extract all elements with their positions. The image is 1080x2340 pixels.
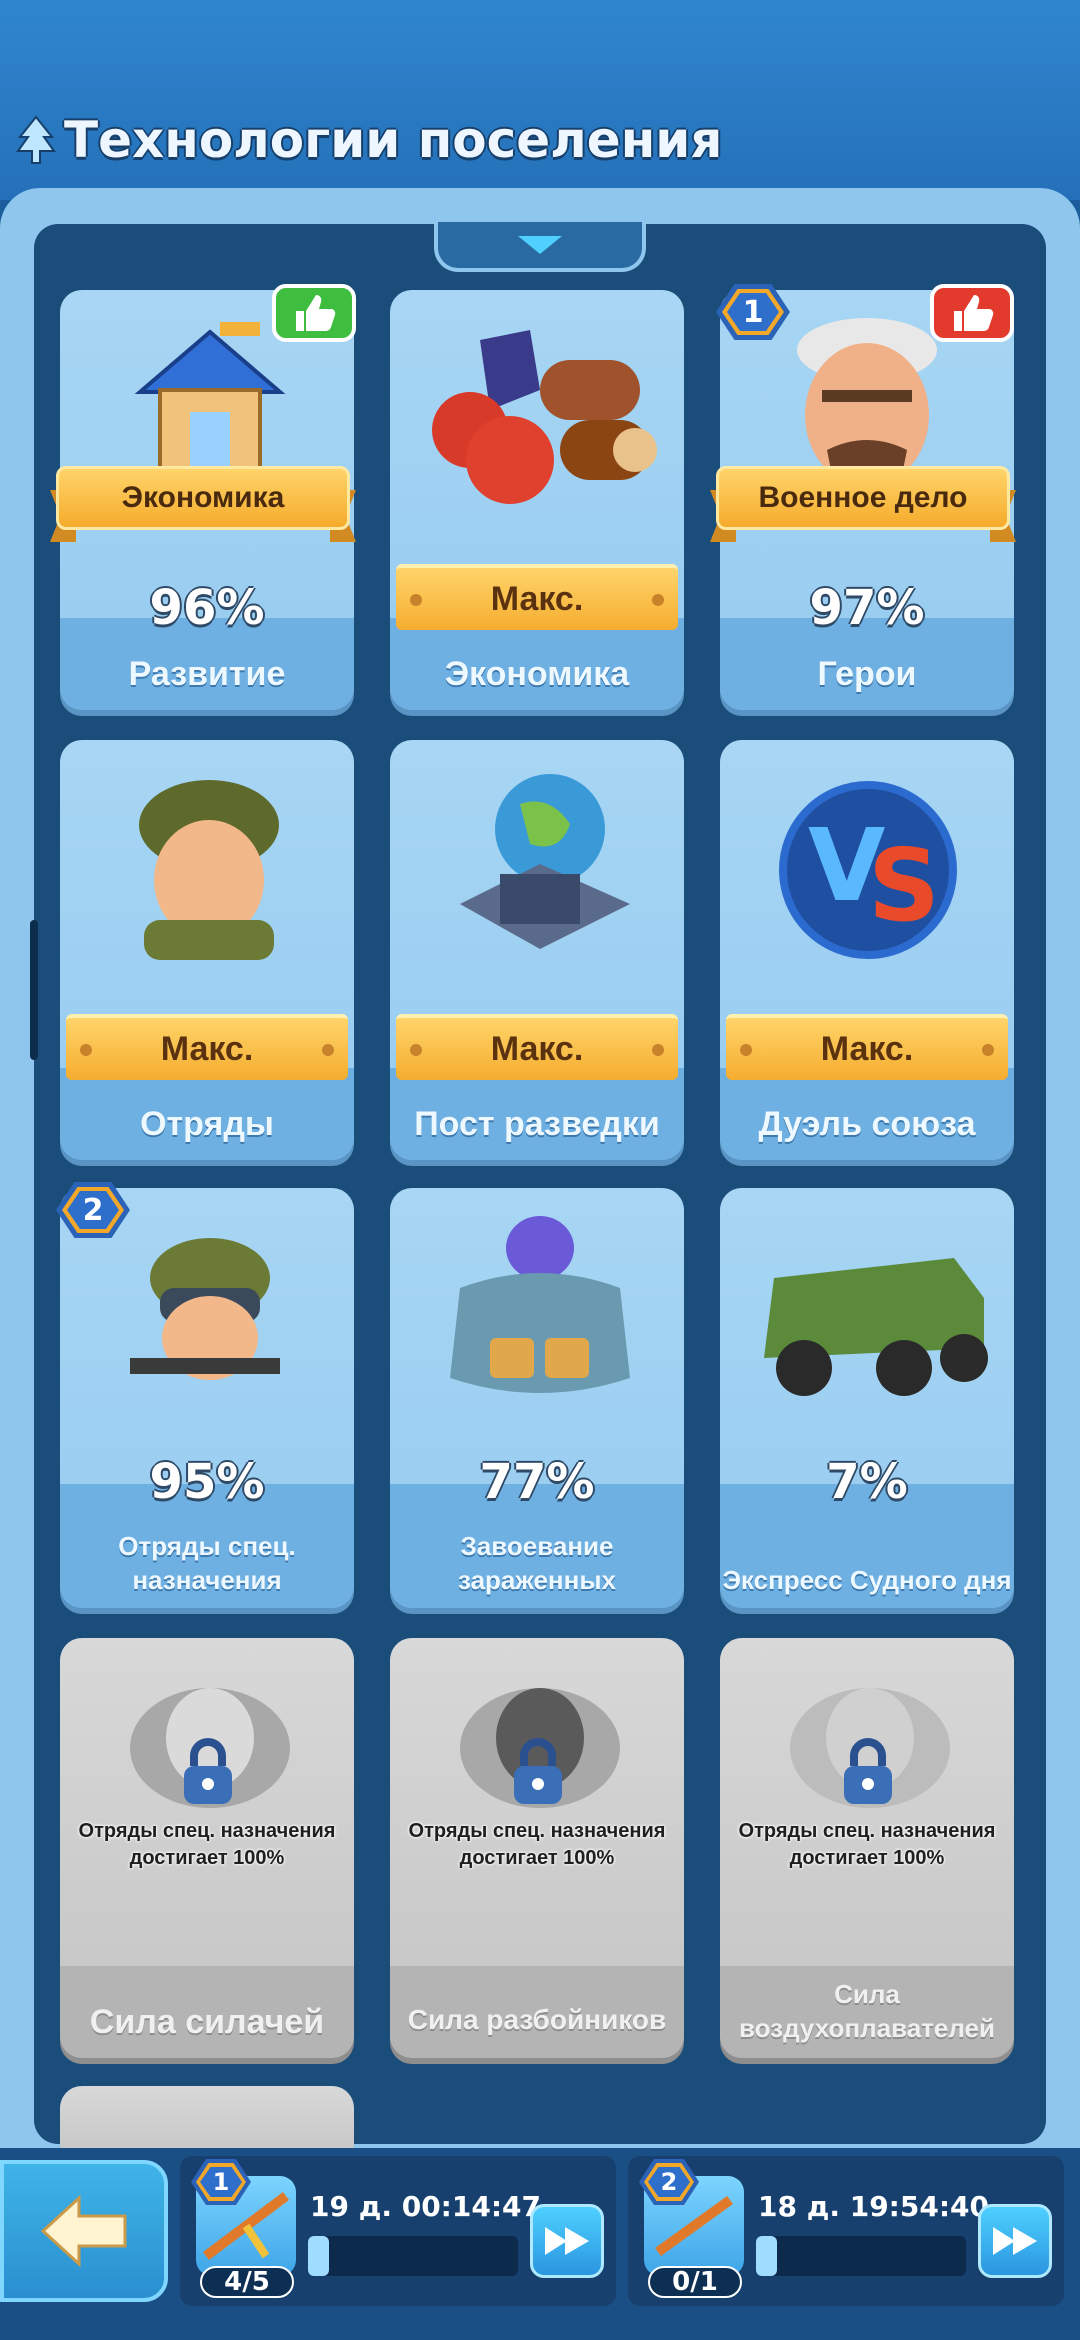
thumbs-up-icon: [272, 284, 356, 342]
fast-forward-icon: [545, 2227, 589, 2255]
card-name: Сила силачей: [89, 2003, 325, 2041]
progress-percent: 96%: [149, 580, 265, 636]
special-forces-portrait: [130, 1238, 280, 1380]
card-name: Отряды спец. назначения: [118, 1531, 296, 1596]
back-arrow-icon: [40, 2194, 127, 2268]
card-name: Сила воздухоплавателей: [739, 1979, 995, 2044]
category-label: Военное дело: [716, 466, 1010, 530]
level-badge: 1: [716, 282, 790, 342]
lock-icon: [184, 1738, 232, 1804]
card-name: Герои: [817, 655, 917, 693]
card-name: Сила разбойников: [407, 2004, 667, 2035]
max-banner: Макс.: [720, 1012, 1014, 1082]
vs-icon: V S: [779, 781, 957, 959]
tech-card-special-forces[interactable]: 95% Отряды спец. назначения: [60, 1188, 354, 1608]
tech-card-strongmen-power[interactable]: Отряды спец. назначения достигает 100% С…: [60, 1638, 354, 2058]
speedup-button[interactable]: [530, 2204, 604, 2278]
category-label: Экономика: [56, 466, 350, 530]
page-title: Технологии поселения: [16, 108, 722, 172]
category-ribbon: Экономика: [50, 460, 356, 544]
soldier-portrait: [139, 780, 279, 960]
speedup-button[interactable]: [978, 2204, 1052, 2278]
max-banner: Макс.: [60, 1012, 354, 1082]
tech-card-economy[interactable]: Макс. Экономика: [390, 290, 684, 710]
research-queue-2[interactable]: 2 0/1 18 д. 19:54:40: [628, 2156, 1064, 2306]
queue-progress: [756, 2236, 966, 2276]
queue-timer: 19 д. 00:14:47: [310, 2190, 541, 2223]
max-banner: Макс.: [390, 562, 684, 632]
max-banner: Макс.: [390, 1012, 684, 1082]
thumbs-up-icon: [930, 284, 1014, 342]
category-ribbon: Военное дело: [710, 460, 1016, 544]
tree-icon: [16, 115, 56, 164]
scrollbar[interactable]: [30, 920, 38, 1060]
queue-count: 0/1: [648, 2266, 742, 2298]
tech-card-doomsday-express[interactable]: 7% Экспресс Судного дня: [720, 1188, 1014, 1608]
unlock-requirement: Отряды спец. назначения достигает 100%: [738, 1820, 996, 1869]
progress-percent: 97%: [809, 580, 925, 636]
queue-timer: 18 д. 19:54:40: [758, 2190, 989, 2223]
tech-card-troops[interactable]: Макс. Отряды: [60, 740, 354, 1160]
tech-card-aeronauts-power[interactable]: Отряды спец. назначения достигает 100% С…: [720, 1638, 1014, 2058]
fast-forward-icon: [993, 2227, 1037, 2255]
research-queue-1[interactable]: 1 4/5 19 д. 00:14:47: [180, 2156, 616, 2306]
back-button[interactable]: [0, 2160, 168, 2302]
unlock-requirement: Отряды спец. назначения достигает 100%: [408, 1820, 666, 1869]
queue-badge: 1: [184, 2152, 258, 2212]
page-title-text: Технологии поселения: [64, 111, 723, 169]
card-name: Пост разведки: [414, 1105, 660, 1143]
collapse-tab[interactable]: [434, 222, 646, 272]
tech-card-scout-post[interactable]: Макс. Пост разведки: [390, 740, 684, 1160]
card-name: Завоевание зараженных: [457, 1531, 616, 1596]
progress-percent: 95%: [149, 1454, 265, 1510]
svg-text:S: S: [868, 827, 940, 944]
card-name: Экспресс Судного дня: [722, 1565, 1012, 1596]
tech-card-infected-conquest[interactable]: 77% Завоевание зараженных: [390, 1188, 684, 1608]
lock-icon: [514, 1738, 562, 1804]
tech-card-bandits-power[interactable]: Отряды спец. назначения достигает 100% С…: [390, 1638, 684, 2058]
lock-icon: [844, 1738, 892, 1804]
resources-icon: [432, 330, 657, 504]
house-icon: [134, 322, 286, 472]
card-name: Отряды: [140, 1105, 274, 1143]
unlock-requirement: Отряды спец. назначения достигает 100%: [78, 1820, 336, 1869]
progress-percent: 7%: [826, 1454, 908, 1510]
globe-building-icon: [460, 774, 630, 949]
queue-progress: [308, 2236, 518, 2276]
card-name: Развитие: [128, 655, 286, 693]
zombie-portrait: [450, 1216, 630, 1393]
tech-card-alliance-duel[interactable]: V S Макс. Дуэль союза: [720, 740, 1014, 1160]
progress-percent: 77%: [479, 1454, 595, 1510]
truck-icon: [764, 1258, 988, 1396]
card-name: Экономика: [444, 655, 630, 693]
queue-count: 4/5: [200, 2266, 294, 2298]
queue-badge: 2: [632, 2152, 706, 2212]
chevron-down-icon: [518, 236, 562, 254]
card-name: Дуэль союза: [758, 1105, 976, 1143]
level-badge: 2: [56, 1180, 130, 1240]
